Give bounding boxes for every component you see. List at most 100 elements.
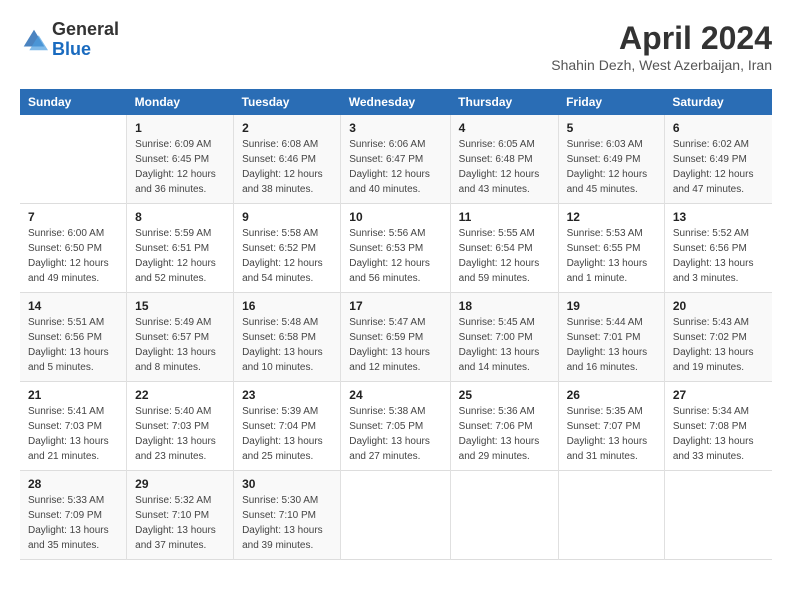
- calendar-cell: 24 Sunrise: 5:38 AM Sunset: 7:05 PM Dayli…: [341, 382, 450, 471]
- logo: General Blue: [20, 20, 119, 60]
- calendar-cell: [20, 115, 127, 204]
- day-number: 18: [459, 299, 550, 313]
- calendar-cell: 21 Sunrise: 5:41 AM Sunset: 7:03 PM Dayli…: [20, 382, 127, 471]
- calendar-cell: 19 Sunrise: 5:44 AM Sunset: 7:01 PM Dayli…: [558, 293, 664, 382]
- calendar-week-row: 1 Sunrise: 6:09 AM Sunset: 6:45 PM Daylig…: [20, 115, 772, 204]
- calendar-cell: [341, 471, 450, 560]
- day-number: 13: [673, 210, 764, 224]
- calendar-cell: 25Sunrise: 5:36 AM Sunset: 7:06 PM Dayli…: [450, 382, 558, 471]
- weekday-header: Monday: [127, 89, 234, 115]
- calendar-week-row: 14 Sunrise: 5:51 AM Sunset: 6:56 PM Dayli…: [20, 293, 772, 382]
- weekday-header: Saturday: [664, 89, 772, 115]
- day-number: 24: [349, 388, 441, 402]
- day-info: Sunrise: 5:36 AM Sunset: 7:06 PM Dayligh…: [459, 404, 550, 464]
- day-number: 26: [567, 388, 656, 402]
- calendar-week-row: 28Sunrise: 5:33 AM Sunset: 7:09 PM Dayli…: [20, 471, 772, 560]
- day-info: Sunrise: 5:43 AM Sunset: 7:02 PM Dayligh…: [673, 315, 764, 375]
- calendar-cell: 29 Sunrise: 5:32 AM Sunset: 7:10 PM Dayli…: [127, 471, 234, 560]
- day-number: 5: [567, 121, 656, 135]
- day-number: 16: [242, 299, 332, 313]
- day-info: Sunrise: 5:51 AM Sunset: 6:56 PM Dayligh…: [28, 315, 118, 375]
- day-info: Sunrise: 5:48 AM Sunset: 6:58 PM Dayligh…: [242, 315, 332, 375]
- weekday-header: Wednesday: [341, 89, 450, 115]
- day-number: 14: [28, 299, 118, 313]
- calendar-cell: 2 Sunrise: 6:08 AM Sunset: 6:46 PM Daylig…: [234, 115, 341, 204]
- calendar-table: SundayMondayTuesdayWednesdayThursdayFrid…: [20, 89, 772, 560]
- calendar-cell: 18 Sunrise: 5:45 AM Sunset: 7:00 PM Dayli…: [450, 293, 558, 382]
- day-info: Sunrise: 5:38 AM Sunset: 7:05 PM Dayligh…: [349, 404, 441, 464]
- calendar-cell: [664, 471, 772, 560]
- day-info: Sunrise: 5:49 AM Sunset: 6:57 PM Dayligh…: [135, 315, 225, 375]
- day-info: Sunrise: 5:47 AM Sunset: 6:59 PM Dayligh…: [349, 315, 441, 375]
- calendar-cell: 20 Sunrise: 5:43 AM Sunset: 7:02 PM Dayli…: [664, 293, 772, 382]
- day-info: Sunrise: 5:40 AM Sunset: 7:03 PM Dayligh…: [135, 404, 225, 464]
- calendar-cell: 26 Sunrise: 5:35 AM Sunset: 7:07 PM Dayli…: [558, 382, 664, 471]
- weekday-header-row: SundayMondayTuesdayWednesdayThursdayFrid…: [20, 89, 772, 115]
- calendar-cell: 4Sunrise: 6:05 AM Sunset: 6:48 PM Daylig…: [450, 115, 558, 204]
- calendar-cell: 27 Sunrise: 5:34 AM Sunset: 7:08 PM Dayli…: [664, 382, 772, 471]
- day-info: Sunrise: 6:08 AM Sunset: 6:46 PM Dayligh…: [242, 137, 332, 197]
- day-info: Sunrise: 5:44 AM Sunset: 7:01 PM Dayligh…: [567, 315, 656, 375]
- calendar-cell: 3 Sunrise: 6:06 AM Sunset: 6:47 PM Daylig…: [341, 115, 450, 204]
- day-number: 7: [28, 210, 118, 224]
- calendar-cell: 5 Sunrise: 6:03 AM Sunset: 6:49 PM Daylig…: [558, 115, 664, 204]
- weekday-header: Friday: [558, 89, 664, 115]
- day-number: 17: [349, 299, 441, 313]
- logo-text: General Blue: [52, 20, 119, 60]
- month-title: April 2024: [551, 20, 772, 57]
- calendar-cell: 22 Sunrise: 5:40 AM Sunset: 7:03 PM Dayli…: [127, 382, 234, 471]
- page-header: General Blue April 2024 Shahin Dezh, Wes…: [20, 20, 772, 73]
- calendar-cell: 12 Sunrise: 5:53 AM Sunset: 6:55 PM Dayli…: [558, 204, 664, 293]
- day-info: Sunrise: 6:02 AM Sunset: 6:49 PM Dayligh…: [673, 137, 764, 197]
- day-number: 2: [242, 121, 332, 135]
- day-number: 20: [673, 299, 764, 313]
- logo-icon: [20, 26, 48, 54]
- day-number: 19: [567, 299, 656, 313]
- day-number: 30: [242, 477, 332, 491]
- day-number: 11: [459, 210, 550, 224]
- calendar-cell: 1 Sunrise: 6:09 AM Sunset: 6:45 PM Daylig…: [127, 115, 234, 204]
- calendar-cell: 11 Sunrise: 5:55 AM Sunset: 6:54 PM Dayli…: [450, 204, 558, 293]
- day-info: Sunrise: 5:30 AM Sunset: 7:10 PM Dayligh…: [242, 493, 332, 553]
- day-number: 29: [135, 477, 225, 491]
- day-number: 28: [28, 477, 118, 491]
- day-number: 6: [673, 121, 764, 135]
- day-number: 10: [349, 210, 441, 224]
- day-info: Sunrise: 5:45 AM Sunset: 7:00 PM Dayligh…: [459, 315, 550, 375]
- day-number: 15: [135, 299, 225, 313]
- calendar-week-row: 21 Sunrise: 5:41 AM Sunset: 7:03 PM Dayli…: [20, 382, 772, 471]
- day-info: Sunrise: 5:52 AM Sunset: 6:56 PM Dayligh…: [673, 226, 764, 286]
- calendar-cell: 17 Sunrise: 5:47 AM Sunset: 6:59 PM Dayli…: [341, 293, 450, 382]
- day-info: Sunrise: 5:39 AM Sunset: 7:04 PM Dayligh…: [242, 404, 332, 464]
- day-info: Sunrise: 5:55 AM Sunset: 6:54 PM Dayligh…: [459, 226, 550, 286]
- calendar-cell: 10 Sunrise: 5:56 AM Sunset: 6:53 PM Dayli…: [341, 204, 450, 293]
- day-number: 8: [135, 210, 225, 224]
- day-number: 1: [135, 121, 225, 135]
- calendar-cell: 13 Sunrise: 5:52 AM Sunset: 6:56 PM Dayli…: [664, 204, 772, 293]
- day-info: Sunrise: 6:03 AM Sunset: 6:49 PM Dayligh…: [567, 137, 656, 197]
- title-block: April 2024 Shahin Dezh, West Azerbaijan,…: [551, 20, 772, 73]
- day-info: Sunrise: 5:53 AM Sunset: 6:55 PM Dayligh…: [567, 226, 656, 286]
- day-info: Sunrise: 6:06 AM Sunset: 6:47 PM Dayligh…: [349, 137, 441, 197]
- calendar-cell: 16 Sunrise: 5:48 AM Sunset: 6:58 PM Dayli…: [234, 293, 341, 382]
- day-number: 22: [135, 388, 225, 402]
- calendar-cell: 15 Sunrise: 5:49 AM Sunset: 6:57 PM Dayli…: [127, 293, 234, 382]
- day-number: 27: [673, 388, 764, 402]
- day-info: Sunrise: 5:41 AM Sunset: 7:03 PM Dayligh…: [28, 404, 118, 464]
- day-info: Sunrise: 5:35 AM Sunset: 7:07 PM Dayligh…: [567, 404, 656, 464]
- day-info: Sunrise: 5:56 AM Sunset: 6:53 PM Dayligh…: [349, 226, 441, 286]
- calendar-cell: [450, 471, 558, 560]
- day-number: 12: [567, 210, 656, 224]
- day-info: Sunrise: 6:09 AM Sunset: 6:45 PM Dayligh…: [135, 137, 225, 197]
- calendar-cell: 8Sunrise: 5:59 AM Sunset: 6:51 PM Daylig…: [127, 204, 234, 293]
- day-info: Sunrise: 5:34 AM Sunset: 7:08 PM Dayligh…: [673, 404, 764, 464]
- weekday-header: Tuesday: [234, 89, 341, 115]
- calendar-cell: 6 Sunrise: 6:02 AM Sunset: 6:49 PM Daylig…: [664, 115, 772, 204]
- day-info: Sunrise: 5:32 AM Sunset: 7:10 PM Dayligh…: [135, 493, 225, 553]
- calendar-cell: 23Sunrise: 5:39 AM Sunset: 7:04 PM Dayli…: [234, 382, 341, 471]
- day-info: Sunrise: 6:00 AM Sunset: 6:50 PM Dayligh…: [28, 226, 118, 286]
- day-number: 3: [349, 121, 441, 135]
- day-info: Sunrise: 5:58 AM Sunset: 6:52 PM Dayligh…: [242, 226, 332, 286]
- day-number: 21: [28, 388, 118, 402]
- calendar-cell: 7 Sunrise: 6:00 AM Sunset: 6:50 PM Daylig…: [20, 204, 127, 293]
